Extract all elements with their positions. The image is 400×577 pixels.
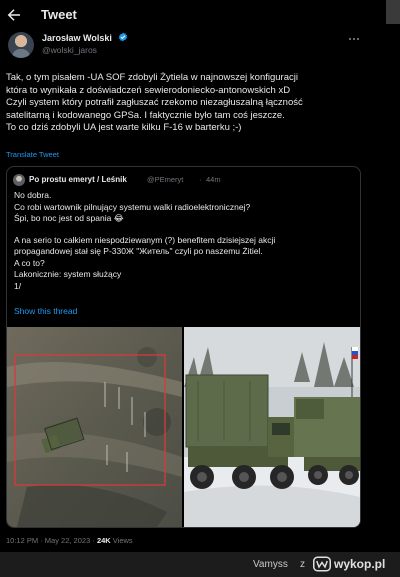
page-title: Tweet	[41, 7, 77, 22]
arrow-left-icon[interactable]	[5, 6, 23, 24]
tweet-line: Czyli system który potrafił zagłuszać rz…	[6, 97, 303, 108]
quoted-line: Co robi wartownik pilnujący systemu walk…	[14, 201, 251, 212]
views-label: Views	[112, 536, 133, 545]
footer-z-label: z	[300, 559, 305, 570]
wykop-footer: Vamyss z wykop.pl	[0, 552, 400, 577]
quoted-tweet[interactable]: Po prostu emeryt / Leśnik @PEmeryt · 44m…	[6, 166, 361, 528]
quoted-line: 1/	[14, 280, 22, 291]
separator-dot: ·	[40, 536, 43, 545]
author-handle[interactable]: @wolski_jaros	[42, 45, 97, 55]
tweet-header: Tweet	[0, 0, 400, 30]
quoted-author-avatar	[13, 174, 25, 186]
quoted-line: Śpi, bo noc jest od spania 😂	[14, 213, 124, 223]
tweet-line: To co dziś zdobyli UA jest warte kilku F…	[6, 122, 242, 133]
quoted-line-blank	[14, 225, 354, 235]
quoted-line: A co to?	[14, 257, 45, 268]
quoted-line: propagandowej stał się Р-330Ж "Житель" c…	[14, 246, 263, 256]
tweet-line: która to wynikała z doświadczeń sewierod…	[6, 84, 291, 96]
wykop-site-name: wykop.pl	[334, 557, 386, 571]
separator-dot: ·	[92, 536, 95, 545]
quoted-author-handle: @PEmeryt	[147, 175, 184, 184]
quoted-line: No dobra.	[14, 190, 52, 200]
author-avatar[interactable]	[8, 32, 34, 58]
quoted-line: Lakonicznie: system służący	[14, 269, 122, 279]
author-name[interactable]: Jarosław Wolski	[42, 33, 112, 43]
translate-tweet-link[interactable]: Translate Tweet	[6, 150, 59, 159]
tweet-date[interactable]: May 22, 2023	[45, 536, 90, 545]
quoted-body: No dobra. Co robi wartownik pilnujący sy…	[14, 190, 354, 292]
tweet-line: Tak, o tym pisałem -UA SOF zdobyli Żytie…	[6, 72, 298, 83]
more-options-icon[interactable]	[348, 36, 360, 42]
quoted-time: 44m	[206, 175, 221, 184]
views-count: 24K	[96, 536, 111, 545]
tweet-line: satelitarną i kodowanego GPSa. I faktycz…	[6, 109, 285, 121]
tweet-time[interactable]: 10:12 PM	[6, 536, 38, 545]
quoted-line: A na serio to całkiem niespodziewanym (?…	[14, 234, 276, 245]
tweet-body: Tak, o tym pisałem -UA SOF zdobyli Żytie…	[6, 72, 394, 135]
tweet-card: Tweet Jarosław Wolski @wolski_jaros Tak,…	[0, 0, 400, 552]
drone-aerial-photo[interactable]	[7, 327, 182, 527]
verified-badge-icon	[118, 32, 128, 42]
quoted-author-name: Po prostu emeryt / Leśnik	[29, 175, 127, 184]
tweet-meta: 10:12 PM · May 22, 2023 · 24K Views	[6, 536, 133, 545]
separator-dot: ·	[199, 175, 202, 184]
show-thread-link[interactable]: Show this thread	[14, 306, 77, 316]
footer-username[interactable]: Vamyss	[253, 559, 288, 570]
wykop-logo-icon	[313, 556, 331, 572]
trucks-in-snow-photo[interactable]	[184, 327, 360, 527]
